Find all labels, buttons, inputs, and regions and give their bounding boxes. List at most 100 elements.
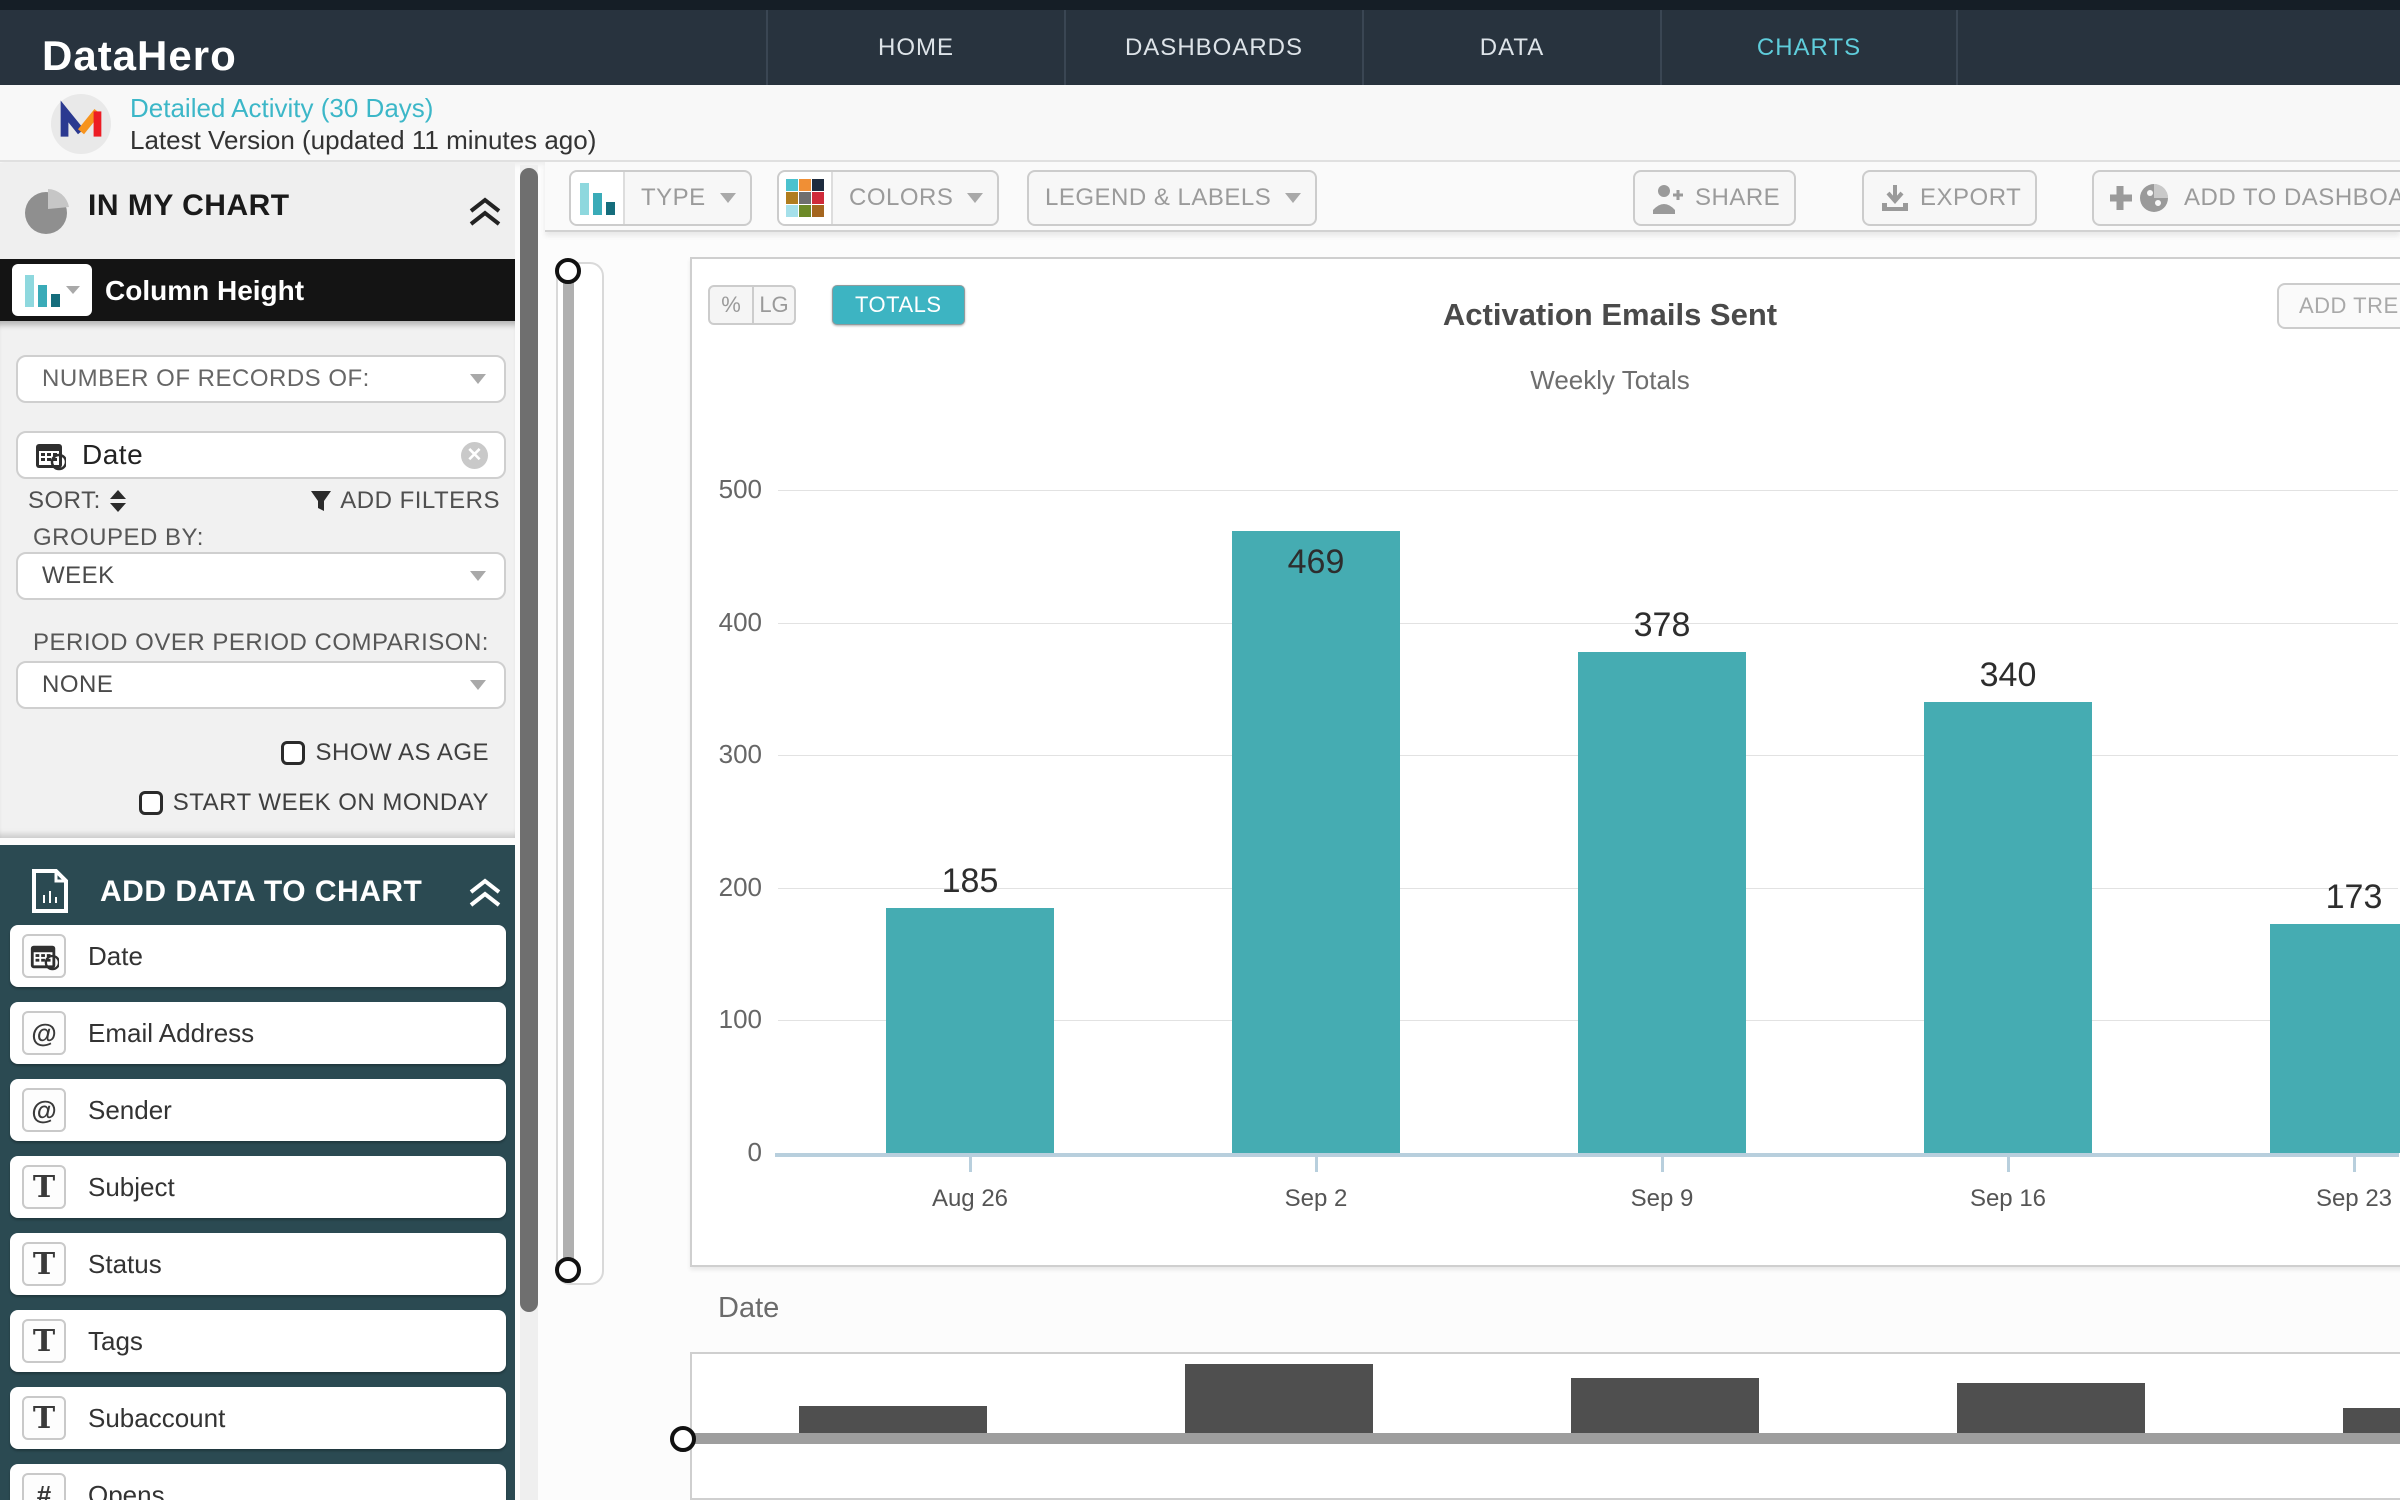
chevron-down-icon bbox=[470, 374, 486, 384]
x-tick bbox=[1315, 1157, 1318, 1172]
overview-bar bbox=[1957, 1383, 2145, 1434]
at-icon: @ bbox=[22, 1088, 66, 1132]
bar-sep-23[interactable] bbox=[2270, 924, 2400, 1153]
nav-item-home[interactable]: HOME bbox=[766, 10, 1064, 85]
grouped-by-dropdown[interactable]: WEEK bbox=[16, 552, 506, 600]
column-height-bar: Column Height bbox=[0, 259, 515, 321]
y-range-slider-top-handle[interactable] bbox=[555, 258, 581, 284]
share-button[interactable]: SHARE bbox=[1633, 170, 1796, 226]
series-config-panel: NUMBER OF RECORDS OF: Date ✕ SORT: ADD F… bbox=[0, 321, 515, 838]
overview-bar bbox=[2343, 1408, 2400, 1434]
breadcrumb-chart-link[interactable]: Detailed Activity (30 Days) bbox=[130, 93, 433, 124]
overview-left-handle[interactable] bbox=[670, 1426, 696, 1452]
nav-item-charts[interactable]: CHARTS bbox=[1660, 10, 1958, 85]
y-range-slider-bottom-handle[interactable] bbox=[555, 1257, 581, 1283]
at-icon: @ bbox=[22, 1011, 66, 1055]
calendar-icon bbox=[22, 934, 66, 978]
add-data-item-label: Subaccount bbox=[88, 1403, 225, 1434]
series-type-selector[interactable] bbox=[12, 264, 92, 316]
colors-button[interactable]: COLORS bbox=[777, 170, 999, 226]
percent-toggle[interactable]: % bbox=[710, 287, 752, 323]
add-data-item-tags[interactable]: T Tags bbox=[10, 1310, 506, 1372]
breadcrumb-bar: Detailed Activity (30 Days) Latest Versi… bbox=[0, 85, 2400, 162]
chart-subtitle: Weekly Totals bbox=[900, 365, 2320, 396]
show-as-age-checkbox[interactable]: SHOW AS AGE bbox=[281, 739, 489, 767]
bar-value-label: 173 bbox=[2270, 878, 2400, 917]
add-data-item-label: Email Address bbox=[88, 1018, 254, 1049]
add-data-item-opens[interactable]: # Opens bbox=[10, 1464, 506, 1500]
x-tick-label: Sep 23 bbox=[2264, 1185, 2400, 1213]
color-swatch bbox=[799, 192, 811, 204]
add-data-item-subject[interactable]: TSubject bbox=[10, 1156, 506, 1218]
color-swatch bbox=[786, 179, 798, 191]
add-data-item-sender[interactable]: @Sender bbox=[10, 1079, 506, 1141]
color-swatch bbox=[799, 205, 811, 217]
datahero-logo[interactable]: DataHero bbox=[42, 32, 237, 80]
period-comparison-label: PERIOD OVER PERIOD COMPARISON: bbox=[33, 629, 489, 657]
text-icon: T bbox=[22, 1242, 66, 1286]
legend-labels-button[interactable]: LEGEND & LABELS bbox=[1027, 170, 1317, 226]
chart-title: Activation Emails Sent bbox=[900, 297, 2320, 333]
color-palette-icon bbox=[779, 172, 833, 224]
add-data-item-label: Opens bbox=[88, 1480, 165, 1500]
mandrill-m-icon bbox=[50, 93, 112, 155]
number-icon: # bbox=[22, 1473, 66, 1500]
text-icon: T bbox=[22, 1165, 66, 1209]
add-to-dashboard-button[interactable]: ADD TO DASHBOARD bbox=[2092, 170, 2400, 226]
add-filters-button[interactable]: ADD FILTERS bbox=[310, 487, 500, 515]
nav-item-dashboards[interactable]: DASHBOARDS bbox=[1064, 10, 1362, 85]
overview-baseline bbox=[690, 1433, 2400, 1444]
aggregation-dropdown[interactable]: NUMBER OF RECORDS OF: bbox=[16, 355, 506, 403]
color-swatch bbox=[799, 179, 811, 191]
grouped-by-label: GROUPED BY: bbox=[33, 524, 204, 552]
color-swatch bbox=[812, 179, 824, 191]
bar-value-label: 340 bbox=[1924, 656, 2092, 695]
bar-sep-2[interactable] bbox=[1232, 531, 1400, 1153]
text-icon: T bbox=[22, 1319, 66, 1363]
app-window: DataHero HOMEDASHBOARDSDATACHARTS Detail… bbox=[0, 0, 2400, 1500]
x-tick-label: Sep 2 bbox=[1226, 1185, 1406, 1213]
checkbox-icon bbox=[139, 791, 163, 815]
y-tick-label: 0 bbox=[640, 1137, 762, 1168]
x-tick-label: Sep 16 bbox=[1918, 1185, 2098, 1213]
bar-aug-26[interactable] bbox=[886, 908, 1054, 1153]
add-data-item-subaccount[interactable]: TSubaccount bbox=[10, 1387, 506, 1449]
chart-toolbar: TYPE COLORS LEGEND & LABELS SHARE EXPORT… bbox=[545, 162, 2400, 232]
nav-item-data[interactable]: DATA bbox=[1362, 10, 1660, 85]
pie-chart-icon bbox=[22, 187, 70, 235]
add-data-list: Date @ Email Address @Sender TSubject TStatus… bbox=[0, 845, 515, 1500]
in-my-chart-header: IN MY CHART bbox=[0, 163, 515, 259]
chevron-down-icon bbox=[967, 193, 983, 203]
top-nav: DataHero HOMEDASHBOARDSDATACHARTS bbox=[0, 10, 2400, 85]
y-range-slider-bar[interactable] bbox=[563, 271, 574, 1270]
collapse-section-icon[interactable] bbox=[468, 196, 502, 228]
chevron-down-icon bbox=[720, 193, 736, 203]
color-swatch bbox=[812, 192, 824, 204]
chevron-down-icon bbox=[470, 680, 486, 690]
in-my-chart-title: IN MY CHART bbox=[88, 189, 290, 223]
bar-sep-16[interactable] bbox=[1924, 702, 2092, 1153]
bar-value-label: 185 bbox=[886, 862, 1054, 901]
add-data-item-label: Date bbox=[88, 941, 143, 972]
type-button[interactable]: TYPE bbox=[569, 170, 752, 226]
window-top-strip bbox=[0, 0, 2400, 10]
add-data-item-status[interactable]: TStatus bbox=[10, 1233, 506, 1295]
y-tick-label: 400 bbox=[640, 607, 762, 638]
person-plus-icon bbox=[1651, 182, 1685, 214]
sidebar-scrollbar-thumb[interactable] bbox=[520, 168, 538, 1312]
export-button[interactable]: EXPORT bbox=[1862, 170, 2037, 226]
add-data-item-email-address[interactable]: @ Email Address bbox=[10, 1002, 506, 1064]
column-height-label: Column Height bbox=[105, 275, 304, 307]
bar-chart-icon bbox=[25, 273, 60, 307]
field-chip-date[interactable]: Date ✕ bbox=[16, 431, 506, 479]
sort-control[interactable]: SORT: bbox=[28, 487, 127, 515]
add-data-item-label: Tags bbox=[88, 1326, 143, 1357]
add-data-item-date[interactable]: Date bbox=[10, 925, 506, 987]
remove-field-icon[interactable]: ✕ bbox=[461, 442, 488, 469]
y-tick-label: 500 bbox=[640, 474, 762, 505]
bar-sep-9[interactable] bbox=[1578, 652, 1746, 1153]
x-tick bbox=[969, 1157, 972, 1172]
start-week-monday-checkbox[interactable]: START WEEK ON MONDAY bbox=[139, 789, 489, 817]
log-toggle[interactable]: LG bbox=[752, 287, 794, 323]
period-comparison-dropdown[interactable]: NONE bbox=[16, 661, 506, 709]
